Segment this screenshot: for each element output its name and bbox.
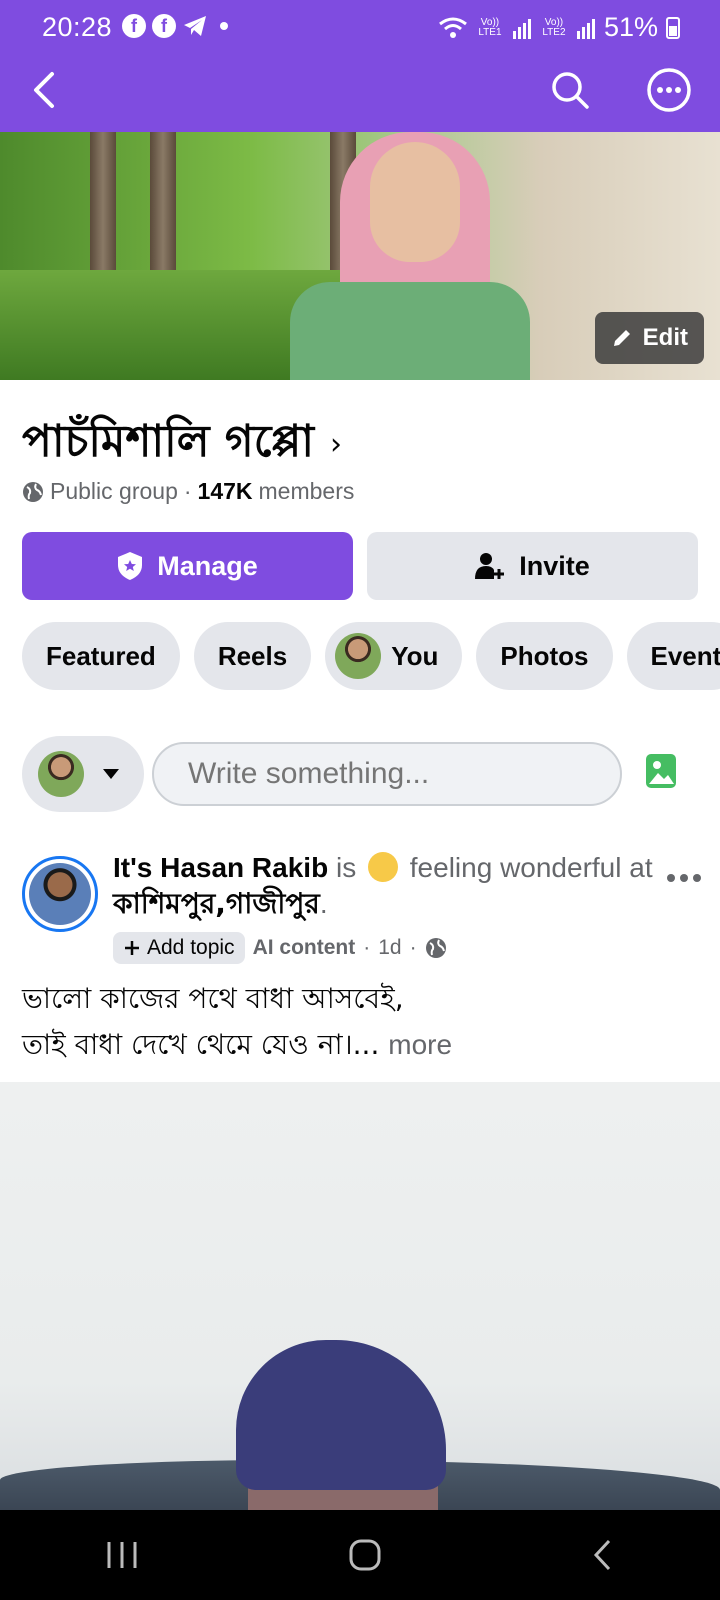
more-horizontal-icon (647, 68, 691, 112)
facebook-icon: f (152, 14, 176, 38)
telegram-icon (184, 16, 206, 36)
manage-button[interactable]: Manage (22, 532, 353, 600)
author-name[interactable]: It's Hasan Rakib (113, 852, 328, 883)
status-bar: 20:28 f f Vo)) LTE1 Vo)) LTE2 51% (0, 0, 720, 54)
home-icon[interactable] (348, 1538, 382, 1572)
globe-icon (425, 938, 446, 958)
system-nav-bar (0, 1510, 720, 1600)
plus-icon (125, 941, 139, 955)
invite-label: Invite (519, 550, 590, 581)
post-image[interactable] (0, 1082, 720, 1510)
avatar (335, 633, 382, 679)
battery-icon (666, 16, 680, 39)
image-hair (236, 1340, 446, 1490)
group-name-text: পাচঁমিশালি গপ্পো (22, 416, 315, 467)
sim2-label: Vo)) LTE2 (542, 16, 566, 38)
meta-separator: · (183, 478, 192, 504)
post-author-avatar[interactable] (22, 856, 98, 932)
tab-label: Featured (46, 640, 156, 671)
tab-label: Reels (217, 640, 288, 671)
status-right: Vo)) LTE1 Vo)) LTE2 51% (438, 12, 680, 43)
more-options-button[interactable] (645, 66, 693, 114)
cover-face (370, 142, 460, 262)
add-topic-button[interactable]: Add topic (113, 932, 245, 964)
manage-label: Manage (157, 550, 258, 581)
post-body: ভালো কাজের পথে বাধা আসবেই, তাই বাধা দেখে… (22, 976, 702, 1068)
see-more-link[interactable]: more (388, 1029, 452, 1060)
tab-reels[interactable]: Reels (193, 622, 312, 690)
chevron-left-icon (34, 72, 54, 108)
tab-label: You (391, 640, 439, 671)
group-tabs: Featured Reels You Photos Event (22, 622, 720, 690)
tab-events[interactable]: Event (626, 622, 720, 690)
group-meta: Public group · 147K members (22, 478, 354, 505)
invite-button[interactable]: Invite (367, 532, 698, 600)
is-text: is (335, 852, 357, 883)
tab-label: Photos (500, 640, 589, 671)
feeling-text: feeling (409, 852, 493, 883)
post-header: It's Hasan Rakib is feeling wonderful at… (113, 850, 653, 922)
post-line: ভালো কাজের পথে বাধা আসবেই, (22, 982, 404, 1015)
post-line: তাই বাধা দেখে থেমে যেও না।... (22, 1028, 380, 1061)
sim1-label: Vo)) LTE1 (478, 16, 502, 38)
back-nav-icon[interactable] (591, 1538, 615, 1572)
post-time[interactable]: 1d (378, 936, 401, 960)
signal-icon (512, 18, 531, 39)
more-horizontal-icon (667, 874, 701, 882)
search-icon (552, 72, 589, 109)
members-label: members (258, 478, 355, 504)
top-bar: 20:28 f f Vo)) LTE1 Vo)) LTE2 51% (0, 0, 720, 132)
pencil-icon (613, 330, 630, 346)
group-name[interactable]: পাচঁমিশালি গপ্পো › (22, 408, 342, 481)
post-composer (22, 736, 698, 812)
search-button[interactable] (546, 66, 594, 114)
meta-dot: · (363, 936, 371, 959)
profile-switcher[interactable] (22, 736, 144, 812)
member-count: 147K (197, 478, 253, 504)
status-time: 20:28 (42, 12, 113, 42)
cover-photo[interactable]: Edit (0, 132, 720, 380)
smile-emoji-icon (367, 852, 398, 882)
post-meta: Add topic AI content · 1d · (113, 932, 447, 964)
cover-body (290, 282, 530, 380)
add-person-icon (475, 553, 505, 579)
edit-label: Edit (642, 324, 688, 351)
caret-down-icon (103, 769, 119, 779)
tab-you[interactable]: You (325, 622, 463, 690)
post-options-button[interactable] (666, 858, 702, 892)
back-button[interactable] (20, 66, 68, 114)
shield-icon (118, 552, 143, 580)
tab-featured[interactable]: Featured (22, 622, 180, 690)
signal-icon (576, 18, 595, 39)
globe-icon (23, 481, 43, 502)
ai-content-label[interactable]: AI content (253, 936, 356, 960)
wonderful-at-text: wonderful at (500, 852, 653, 883)
write-something-input[interactable] (152, 742, 622, 806)
avatar (29, 863, 91, 925)
chevron-right-icon: › (330, 427, 343, 462)
recent-apps-icon[interactable] (105, 1540, 139, 1570)
photo-icon[interactable] (646, 754, 676, 788)
wifi-icon (439, 17, 467, 38)
notification-icons: f f (122, 14, 228, 38)
image-glyph (649, 761, 674, 784)
add-topic-label: Add topic (147, 936, 235, 959)
battery-percent: 51% (603, 12, 658, 42)
edit-cover-button[interactable]: Edit (594, 312, 704, 364)
period: . (319, 888, 328, 919)
facebook-icon: f (122, 14, 146, 38)
post-line-2: তাই বাধা দেখে থেমে যেও না।... more (22, 1022, 702, 1068)
dot-icon (220, 22, 228, 30)
tab-photos[interactable]: Photos (476, 622, 613, 690)
avatar (38, 751, 84, 797)
tab-label: Event (650, 640, 720, 671)
meta-dot: · (409, 936, 417, 959)
privacy-label: Public group (50, 478, 178, 504)
location-link[interactable]: কাশিমপুর,গাজীপুর (113, 887, 320, 920)
